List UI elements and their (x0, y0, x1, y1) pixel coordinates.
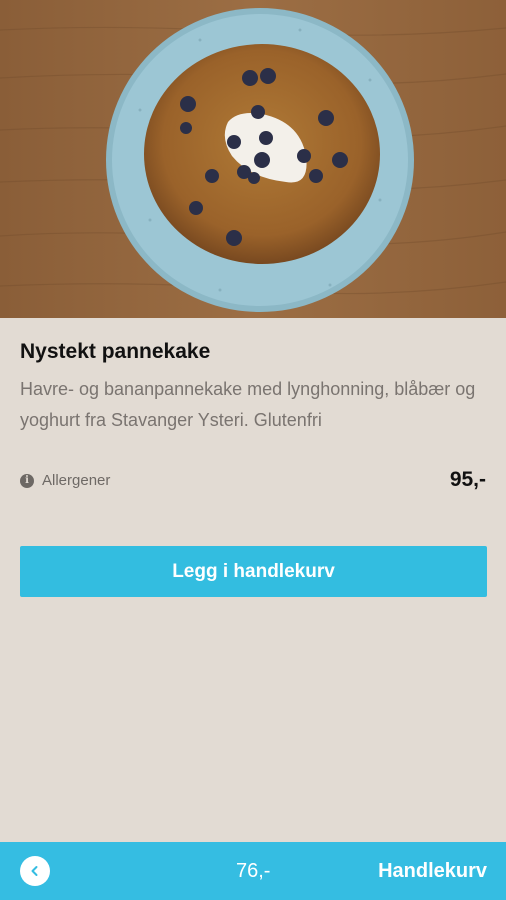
product-description: Havre- og bananpannekake med lynghonning… (20, 379, 476, 430)
product-title: Nystekt pannekake (20, 340, 211, 363)
allergen-link[interactable]: i Allergener (20, 472, 110, 489)
cart-button[interactable]: Handlekurv (378, 860, 487, 883)
product-details: Nystekt pannekake Havre- og bananpanneka… (0, 318, 506, 842)
product-price: 95,- (449, 468, 486, 491)
info-icon: i (20, 473, 34, 488)
product-image (0, 0, 506, 318)
cart-total: 76,- (236, 860, 271, 882)
chevron-left-icon (31, 866, 38, 876)
bottom-bar: 76,- Handlekurv (0, 842, 506, 900)
add-to-cart-button[interactable]: Legg i handlekurv (20, 546, 487, 597)
allergen-label: Allergener (42, 472, 111, 489)
back-button[interactable] (20, 856, 50, 886)
